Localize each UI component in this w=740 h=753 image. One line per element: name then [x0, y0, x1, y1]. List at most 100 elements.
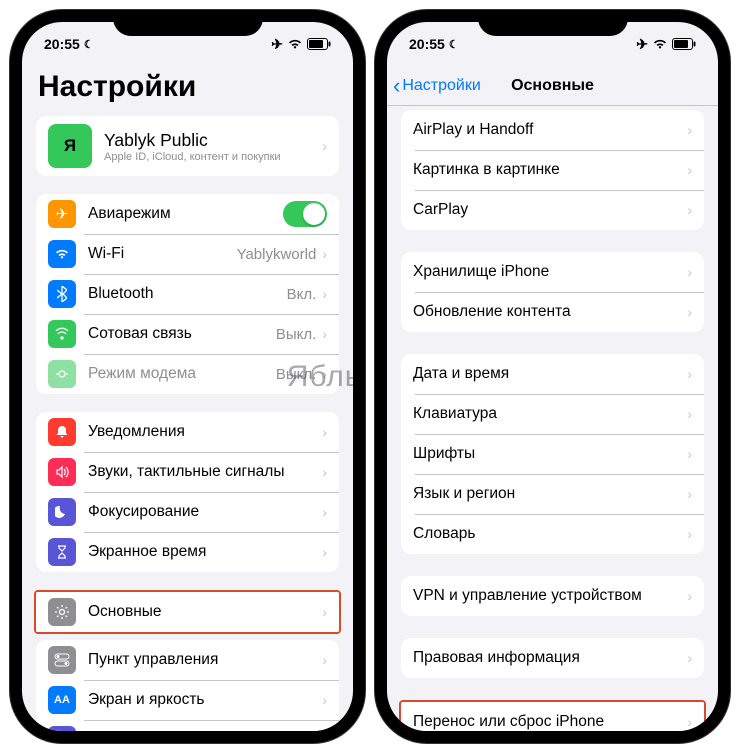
nav-title: Основные [511, 77, 594, 95]
chevron-right-icon: › [322, 692, 327, 708]
battery-icon [672, 38, 696, 50]
airplane-row[interactable]: ✈ Авиарежим [36, 194, 339, 234]
profile-name: Yablyk Public [104, 130, 322, 151]
fonts-row[interactable]: Шрифты › [401, 434, 704, 474]
settings-scroll[interactable]: Настройки Я Yablyk Public Apple ID, iClo… [22, 66, 353, 731]
chevron-right-icon: › [322, 246, 327, 262]
chevron-right-icon: › [687, 650, 692, 666]
screentime-row[interactable]: Экранное время › [36, 532, 339, 572]
back-button[interactable]: ‹ Настройки [387, 73, 481, 99]
bluetooth-row[interactable]: Bluetooth Вкл. › [36, 274, 339, 314]
group-storage: Хранилище iPhone › Обновление контента › [401, 252, 704, 332]
gear-icon [48, 598, 76, 626]
carplay-row[interactable]: CarPlay › [401, 190, 704, 230]
moon-icon [48, 498, 76, 526]
language-row[interactable]: Язык и регион › [401, 474, 704, 514]
chevron-right-icon: › [687, 406, 692, 422]
connectivity-group: ✈ Авиарежим Wi-Fi Yablykworld › Bluetoot… [36, 194, 339, 394]
chevron-right-icon: › [687, 486, 692, 502]
profile-sub: Apple ID, iCloud, контент и покупки [104, 151, 322, 163]
moon-icon: ☾ [84, 38, 94, 51]
hourglass-icon [48, 538, 76, 566]
general-scroll[interactable]: AirPlay и Handoff › Картинка в картинке … [387, 106, 718, 731]
general-highlight: Основные › [34, 590, 341, 634]
control-center-row[interactable]: Пункт управления › [36, 640, 339, 680]
grid-icon [48, 726, 76, 731]
screen-right: 20:55 ☾ ✈ ‹ Настройки Основные AirPlay и… [387, 22, 718, 731]
storage-row[interactable]: Хранилище iPhone › [401, 252, 704, 292]
text-size-icon: AA [48, 686, 76, 714]
sounds-row[interactable]: Звуки, тактильные сигналы › [36, 452, 339, 492]
speaker-icon [48, 458, 76, 486]
airplane-icon: ✈ [636, 36, 648, 53]
chevron-right-icon: › [322, 366, 327, 382]
wifi-icon [652, 38, 668, 50]
bell-icon [48, 418, 76, 446]
chevron-right-icon: › [687, 446, 692, 462]
chevron-right-icon: › [687, 526, 692, 542]
hotspot-icon [48, 360, 76, 388]
chevron-right-icon: › [687, 202, 692, 218]
wifi-row[interactable]: Wi-Fi Yablykworld › [36, 234, 339, 274]
notch [478, 10, 628, 36]
switches-icon [48, 646, 76, 674]
airplane-icon: ✈ [271, 36, 283, 53]
notifications-row[interactable]: Уведомления › [36, 412, 339, 452]
profile-group: Я Yablyk Public Apple ID, iCloud, контен… [36, 116, 339, 176]
legal-row[interactable]: Правовая информация › [401, 638, 704, 678]
chevron-right-icon: › [687, 304, 692, 320]
chevron-right-icon: › [322, 286, 327, 302]
chevron-right-icon: › [687, 122, 692, 138]
profile-avatar: Я [48, 124, 92, 168]
status-time: 20:55 [44, 36, 80, 52]
cellular-icon [48, 320, 76, 348]
chevron-right-icon: › [687, 714, 692, 730]
datetime-row[interactable]: Дата и время › [401, 354, 704, 394]
chevron-right-icon: › [322, 464, 327, 480]
notch [113, 10, 263, 36]
airplane-icon: ✈ [48, 200, 76, 228]
home-screen-row[interactable]: Экран «Домой» › [36, 720, 339, 731]
group-legal: Правовая информация › [401, 638, 704, 678]
phone-left: 20:55 ☾ ✈ Настройки Я Yablyk Public Appl… [10, 10, 365, 743]
cellular-row[interactable]: Сотовая связь Выкл. › [36, 314, 339, 354]
chevron-right-icon: › [687, 162, 692, 178]
reset-highlight: Перенос или сброс iPhone › [399, 700, 706, 731]
nav-header: ‹ Настройки Основные [387, 66, 718, 106]
general-row[interactable]: Основные › [36, 592, 339, 632]
display-row[interactable]: AA Экран и яркость › [36, 680, 339, 720]
pip-row[interactable]: Картинка в картинке › [401, 150, 704, 190]
airplane-toggle[interactable] [283, 201, 327, 227]
airplay-row[interactable]: AirPlay и Handoff › [401, 110, 704, 150]
dictionary-row[interactable]: Словарь › [401, 514, 704, 554]
chevron-right-icon: › [687, 588, 692, 604]
hotspot-row[interactable]: Режим модема Выкл. › [36, 354, 339, 394]
chevron-right-icon: › [322, 138, 327, 154]
system-group: Пункт управления › AA Экран и яркость › … [36, 640, 339, 731]
chevron-right-icon: › [687, 264, 692, 280]
chevron-right-icon: › [322, 504, 327, 520]
apple-id-row[interactable]: Я Yablyk Public Apple ID, iCloud, контен… [36, 116, 339, 176]
keyboard-row[interactable]: Клавиатура › [401, 394, 704, 434]
wifi-icon [48, 240, 76, 268]
group-locale: Дата и время › Клавиатура › Шрифты › Язы… [401, 354, 704, 554]
phone-right: 20:55 ☾ ✈ ‹ Настройки Основные AirPlay и… [375, 10, 730, 743]
moon-icon: ☾ [449, 38, 459, 51]
status-time: 20:55 [409, 36, 445, 52]
screen-left: 20:55 ☾ ✈ Настройки Я Yablyk Public Appl… [22, 22, 353, 731]
background-refresh-row[interactable]: Обновление контента › [401, 292, 704, 332]
focus-row[interactable]: Фокусирование › [36, 492, 339, 532]
group-vpn: VPN и управление устройством › [401, 576, 704, 616]
chevron-right-icon: › [687, 366, 692, 382]
transfer-reset-row[interactable]: Перенос или сброс iPhone › [401, 702, 704, 731]
group-airplay: AirPlay и Handoff › Картинка в картинке … [401, 110, 704, 230]
chevron-right-icon: › [322, 424, 327, 440]
page-title: Настройки [22, 66, 353, 116]
bluetooth-icon [48, 280, 76, 308]
alerts-group: Уведомления › Звуки, тактильные сигналы … [36, 412, 339, 572]
chevron-right-icon: › [322, 326, 327, 342]
chevron-right-icon: › [322, 652, 327, 668]
vpn-row[interactable]: VPN и управление устройством › [401, 576, 704, 616]
chevron-right-icon: › [322, 604, 327, 620]
chevron-right-icon: › [322, 544, 327, 560]
